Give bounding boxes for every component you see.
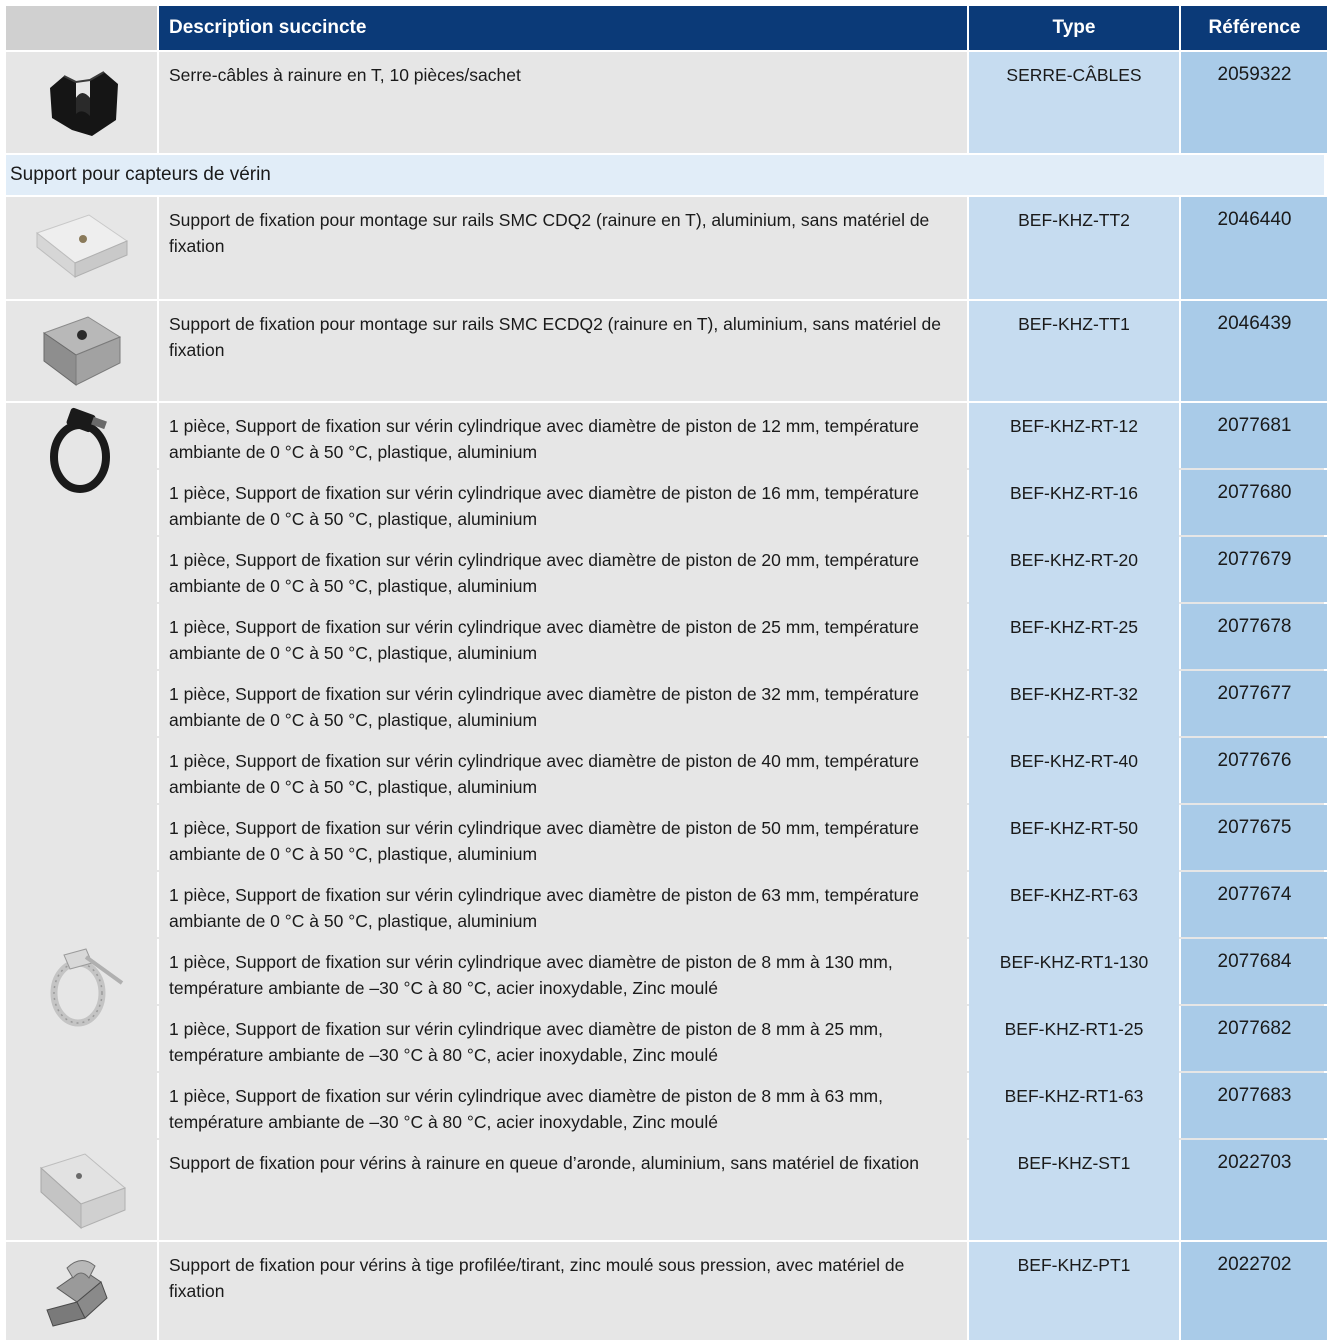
accessories-table: Description succincte Type Référence Ser…	[6, 6, 1327, 1340]
strap-clamp-icon	[50, 407, 110, 493]
row-image-cell	[6, 1073, 157, 1138]
row-image-cell	[6, 738, 157, 803]
row-type: BEF-KHZ-RT-32	[969, 669, 1179, 736]
row-description: Support de fixation pour montage sur rai…	[159, 301, 967, 401]
header-reference: Référence	[1181, 6, 1327, 50]
row-description: 1 pièce, Support de fixation sur vérin c…	[159, 738, 967, 803]
row-image-cell	[6, 52, 157, 153]
table-row: Support de fixation pour montage sur rai…	[6, 195, 1327, 299]
tie-rod-bracket-icon	[45, 1260, 108, 1327]
rail-bracket-dark-icon	[42, 316, 121, 386]
row-image-cell	[6, 805, 157, 870]
row-type: BEF-KHZ-RT-50	[969, 803, 1179, 870]
row-reference: 2077683	[1181, 1073, 1327, 1138]
table-row: 1 pièce, Support de fixation sur vérin c…	[6, 602, 1327, 669]
row-description: 1 pièce, Support de fixation sur vérin c…	[159, 403, 967, 468]
table-row: 1 pièce, Support de fixation sur vérin c…	[6, 468, 1327, 535]
row-description: 1 pièce, Support de fixation sur vérin c…	[159, 470, 967, 535]
table-row: 1 pièce, Support de fixation sur vérin c…	[6, 937, 1327, 1027]
row-reference: 2022702	[1181, 1242, 1327, 1340]
row-reference: 2077674	[1181, 872, 1327, 937]
table-row: 1 pièce, Support de fixation sur vérin c…	[6, 1004, 1327, 1071]
table-row: 1 pièce, Support de fixation sur vérin c…	[6, 535, 1327, 602]
row-reference: 2077678	[1181, 604, 1327, 669]
row-reference: 2046439	[1181, 301, 1327, 401]
row-image-cell	[6, 604, 157, 669]
row-type: BEF-KHZ-RT-40	[969, 736, 1179, 803]
row-image-cell	[6, 403, 157, 493]
row-reference: 2077677	[1181, 671, 1327, 736]
row-type: SERRE-CÂBLES	[969, 52, 1179, 153]
row-image-cell	[6, 1140, 157, 1240]
row-image-cell	[6, 197, 157, 299]
row-type: BEF-KHZ-RT-16	[969, 468, 1179, 535]
row-image-cell	[6, 1242, 157, 1340]
row-description: 1 pièce, Support de fixation sur vérin c…	[159, 1006, 967, 1071]
row-type: BEF-KHZ-RT-12	[969, 403, 1179, 468]
header-type: Type	[969, 6, 1179, 50]
row-description: Serre-câbles à rainure en T, 10 pièces/s…	[159, 52, 967, 153]
dovetail-bracket-icon	[39, 1153, 126, 1230]
row-type: BEF-KHZ-RT-25	[969, 602, 1179, 669]
section-heading: Support pour capteurs de vérin	[6, 153, 1324, 195]
row-type: BEF-KHZ-TT1	[969, 301, 1179, 401]
cable-clip-icon	[49, 71, 118, 136]
row-description: 1 pièce, Support de fixation sur vérin c…	[159, 671, 967, 736]
row-description: 1 pièce, Support de fixation sur vérin c…	[159, 604, 967, 669]
row-image-cell	[6, 939, 157, 1027]
table-row: Serre-câbles à rainure en T, 10 pièces/s…	[6, 50, 1327, 153]
row-description: Support de fixation pour vérins à rainur…	[159, 1140, 967, 1240]
row-type: BEF-KHZ-ST1	[969, 1138, 1179, 1240]
row-description: Support de fixation pour montage sur rai…	[159, 197, 967, 299]
row-reference: 2077679	[1181, 537, 1327, 602]
row-description: Support de fixation pour vérins à tige p…	[159, 1242, 967, 1340]
table-row: 1 pièce, Support de fixation sur vérin c…	[6, 1071, 1327, 1138]
row-type: BEF-KHZ-RT1-130	[969, 937, 1179, 1004]
row-type: BEF-KHZ-RT1-25	[969, 1004, 1179, 1071]
row-image-cell	[6, 872, 157, 937]
row-type: BEF-KHZ-PT1	[969, 1242, 1179, 1340]
table-row: 1 pièce, Support de fixation sur vérin c…	[6, 803, 1327, 870]
row-description: 1 pièce, Support de fixation sur vérin c…	[159, 872, 967, 937]
row-description: 1 pièce, Support de fixation sur vérin c…	[159, 939, 967, 1004]
table-row: Support de fixation pour vérins à tige p…	[6, 1240, 1327, 1340]
row-image-cell	[6, 301, 157, 401]
row-description: 1 pièce, Support de fixation sur vérin c…	[159, 805, 967, 870]
row-image-cell	[6, 671, 157, 736]
table-row: 1 pièce, Support de fixation sur vérin c…	[6, 736, 1327, 803]
row-description: 1 pièce, Support de fixation sur vérin c…	[159, 1073, 967, 1138]
table-row: 1 pièce, Support de fixation sur vérin c…	[6, 669, 1327, 736]
row-type: BEF-KHZ-RT-63	[969, 870, 1179, 937]
hose-clamp-icon	[50, 948, 124, 1027]
row-reference: 2077682	[1181, 1006, 1327, 1071]
table-row: Support de fixation pour vérins à rainur…	[6, 1138, 1327, 1240]
row-reference: 2077676	[1181, 738, 1327, 803]
header-image-cell	[6, 6, 157, 50]
table-row: Support de fixation pour montage sur rai…	[6, 299, 1327, 401]
rail-bracket-icon	[35, 214, 128, 279]
row-reference: 2077675	[1181, 805, 1327, 870]
row-reference: 2077680	[1181, 470, 1327, 535]
row-reference: 2077684	[1181, 939, 1327, 1004]
row-reference: 2046440	[1181, 197, 1327, 299]
row-description: 1 pièce, Support de fixation sur vérin c…	[159, 537, 967, 602]
table-row: 1 pièce, Support de fixation sur vérin c…	[6, 401, 1327, 493]
table-row: 1 pièce, Support de fixation sur vérin c…	[6, 870, 1327, 937]
table-header: Description succincte Type Référence	[6, 6, 1327, 50]
row-image-cell	[6, 537, 157, 602]
header-description: Description succincte	[159, 6, 967, 50]
row-reference: 2022703	[1181, 1140, 1327, 1240]
row-reference: 2059322	[1181, 52, 1327, 153]
row-type: BEF-KHZ-RT1-63	[969, 1071, 1179, 1138]
row-type: BEF-KHZ-RT-20	[969, 535, 1179, 602]
row-type: BEF-KHZ-TT2	[969, 197, 1179, 299]
row-reference: 2077681	[1181, 403, 1327, 468]
